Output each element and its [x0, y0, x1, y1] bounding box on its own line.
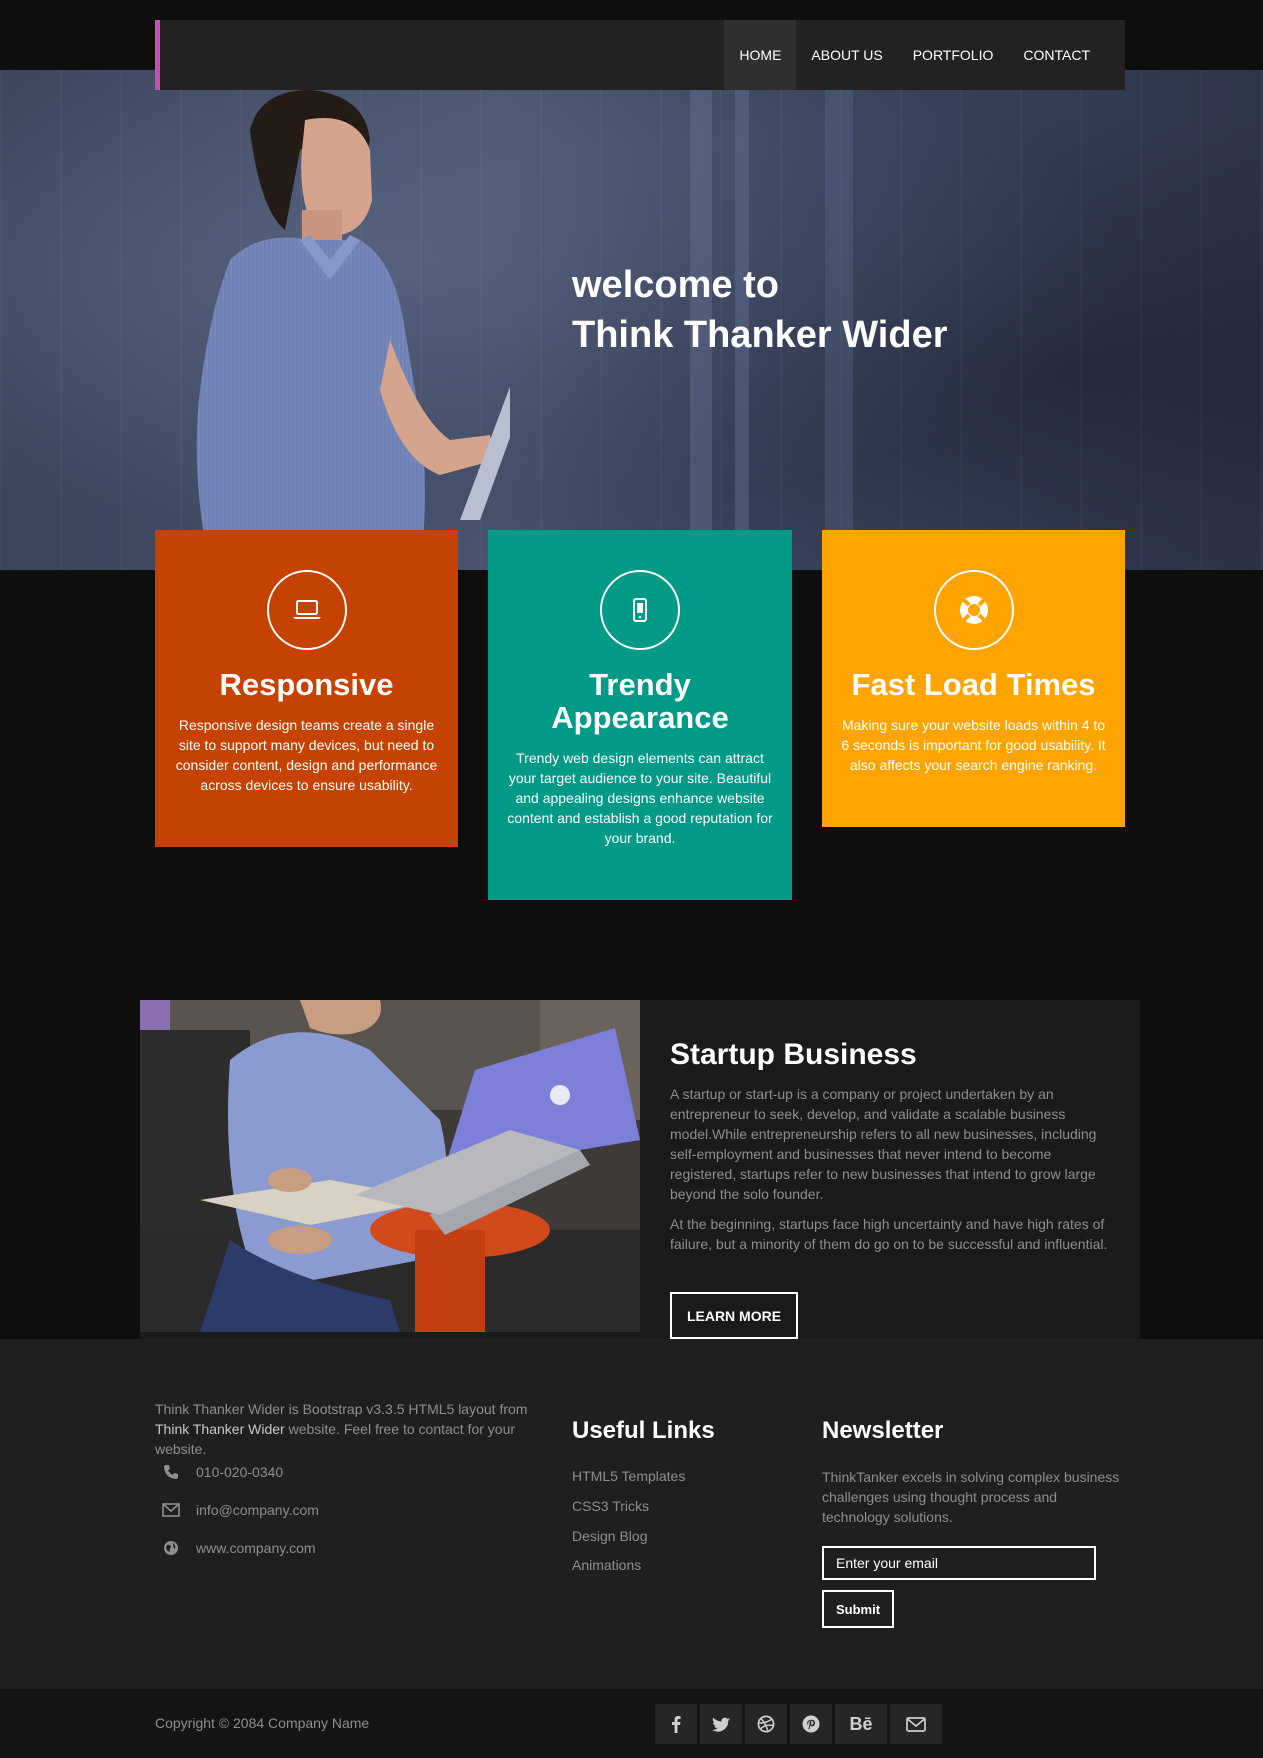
- copyright-text: Copyright © 2084 Company Name: [155, 1715, 370, 1731]
- footer-link-design-blog[interactable]: Design Blog: [572, 1528, 648, 1544]
- dribbble-icon[interactable]: [745, 1704, 787, 1744]
- feature-title: Trendy Appearance: [551, 667, 729, 735]
- contact-phone-text: 010-020-0340: [196, 1464, 284, 1480]
- feature-text: Responsive design teams create a single …: [175, 717, 438, 793]
- pinterest-icon[interactable]: [790, 1704, 832, 1744]
- globe-icon: [160, 1539, 182, 1557]
- startup-title: Startup Business: [670, 1038, 917, 1071]
- feature-card-trendy: Trendy Appearance Trendy web design elem…: [488, 530, 792, 900]
- contact-email: info@company.com: [160, 1501, 319, 1519]
- hero-heading: welcome to Think Thanker Wider: [572, 260, 948, 360]
- feature-text: Trendy web design elements can attract y…: [507, 750, 773, 846]
- behance-icon[interactable]: Bē: [835, 1704, 887, 1744]
- footer-link-animations[interactable]: Animations: [572, 1557, 641, 1573]
- startup-man-laptop-image: [140, 1000, 640, 1332]
- envelope-icon: [160, 1501, 182, 1519]
- facebook-icon[interactable]: [655, 1704, 697, 1744]
- nav-about-us[interactable]: ABOUT US: [796, 20, 897, 90]
- twitter-icon[interactable]: [700, 1704, 742, 1744]
- feature-card-responsive: Responsive Responsive design teams creat…: [155, 530, 458, 847]
- feature-card-fast-load: Fast Load Times Making sure your website…: [822, 530, 1125, 827]
- mobile-icon: [600, 570, 680, 650]
- startup-section: Startup Business A startup or start-up i…: [140, 1000, 1140, 1340]
- useful-links-title: Useful Links: [572, 1417, 715, 1444]
- laptop-icon: [266, 570, 347, 650]
- newsletter-submit-button[interactable]: Submit: [822, 1590, 894, 1628]
- nav-home[interactable]: HOME: [724, 20, 797, 90]
- hero-heading-line1: welcome to: [572, 264, 779, 306]
- startup-paragraph-2: At the beginning, startups face high unc…: [670, 1216, 1108, 1252]
- contact-phone: 010-020-0340: [160, 1463, 283, 1481]
- footer-link-css3-tricks[interactable]: CSS3 Tricks: [572, 1498, 649, 1514]
- footer-link-html5-templates[interactable]: HTML5 Templates: [572, 1468, 685, 1484]
- startup-paragraph-1: A startup or start-up is a company or pr…: [670, 1086, 1097, 1202]
- nav-accent-bar: [155, 20, 160, 90]
- contact-website-text[interactable]: www.company.com: [196, 1540, 316, 1556]
- footer-about-text: Think Thanker Wider is Bootstrap v3.3.5 …: [155, 1399, 535, 1459]
- hero-woman-image: [196, 90, 510, 570]
- social-links: Bē: [655, 1704, 942, 1744]
- feature-title: Fast Load Times: [851, 667, 1096, 702]
- newsletter-email-input[interactable]: [822, 1546, 1096, 1580]
- feature-title: Responsive: [219, 667, 394, 702]
- footer-about-prefix: Think Thanker Wider is Bootstrap v3.3.5 …: [155, 1401, 528, 1417]
- lifebuoy-icon: [933, 570, 1014, 650]
- hero-banner: welcome to Think Thanker Wider: [0, 70, 1263, 570]
- phone-icon: [160, 1463, 182, 1481]
- bottom-bar: Copyright © 2084 Company Name Bē: [0, 1689, 1263, 1758]
- nav-portfolio[interactable]: PORTFOLIO: [898, 20, 1009, 90]
- learn-more-button[interactable]: LEARN MORE: [670, 1292, 798, 1339]
- footer-about-brand: Think Thanker Wider: [155, 1421, 285, 1437]
- envelope-icon[interactable]: [890, 1704, 942, 1744]
- contact-email-text[interactable]: info@company.com: [196, 1502, 319, 1518]
- nav-menu: HOME ABOUT US PORTFOLIO CONTACT: [724, 20, 1105, 90]
- newsletter-title: Newsletter: [822, 1417, 944, 1444]
- hero-heading-line2: Think Thanker Wider: [572, 314, 948, 356]
- feature-text: Making sure your website loads within 4 …: [841, 717, 1106, 773]
- startup-text: Startup Business A startup or start-up i…: [670, 1038, 1110, 1264]
- contact-website: www.company.com: [160, 1539, 316, 1557]
- footer: Think Thanker Wider is Bootstrap v3.3.5 …: [0, 1339, 1263, 1689]
- nav-contact[interactable]: CONTACT: [1008, 20, 1105, 90]
- navbar: HOME ABOUT US PORTFOLIO CONTACT: [155, 20, 1125, 90]
- newsletter-text: ThinkTanker excels in solving complex bu…: [822, 1469, 1120, 1525]
